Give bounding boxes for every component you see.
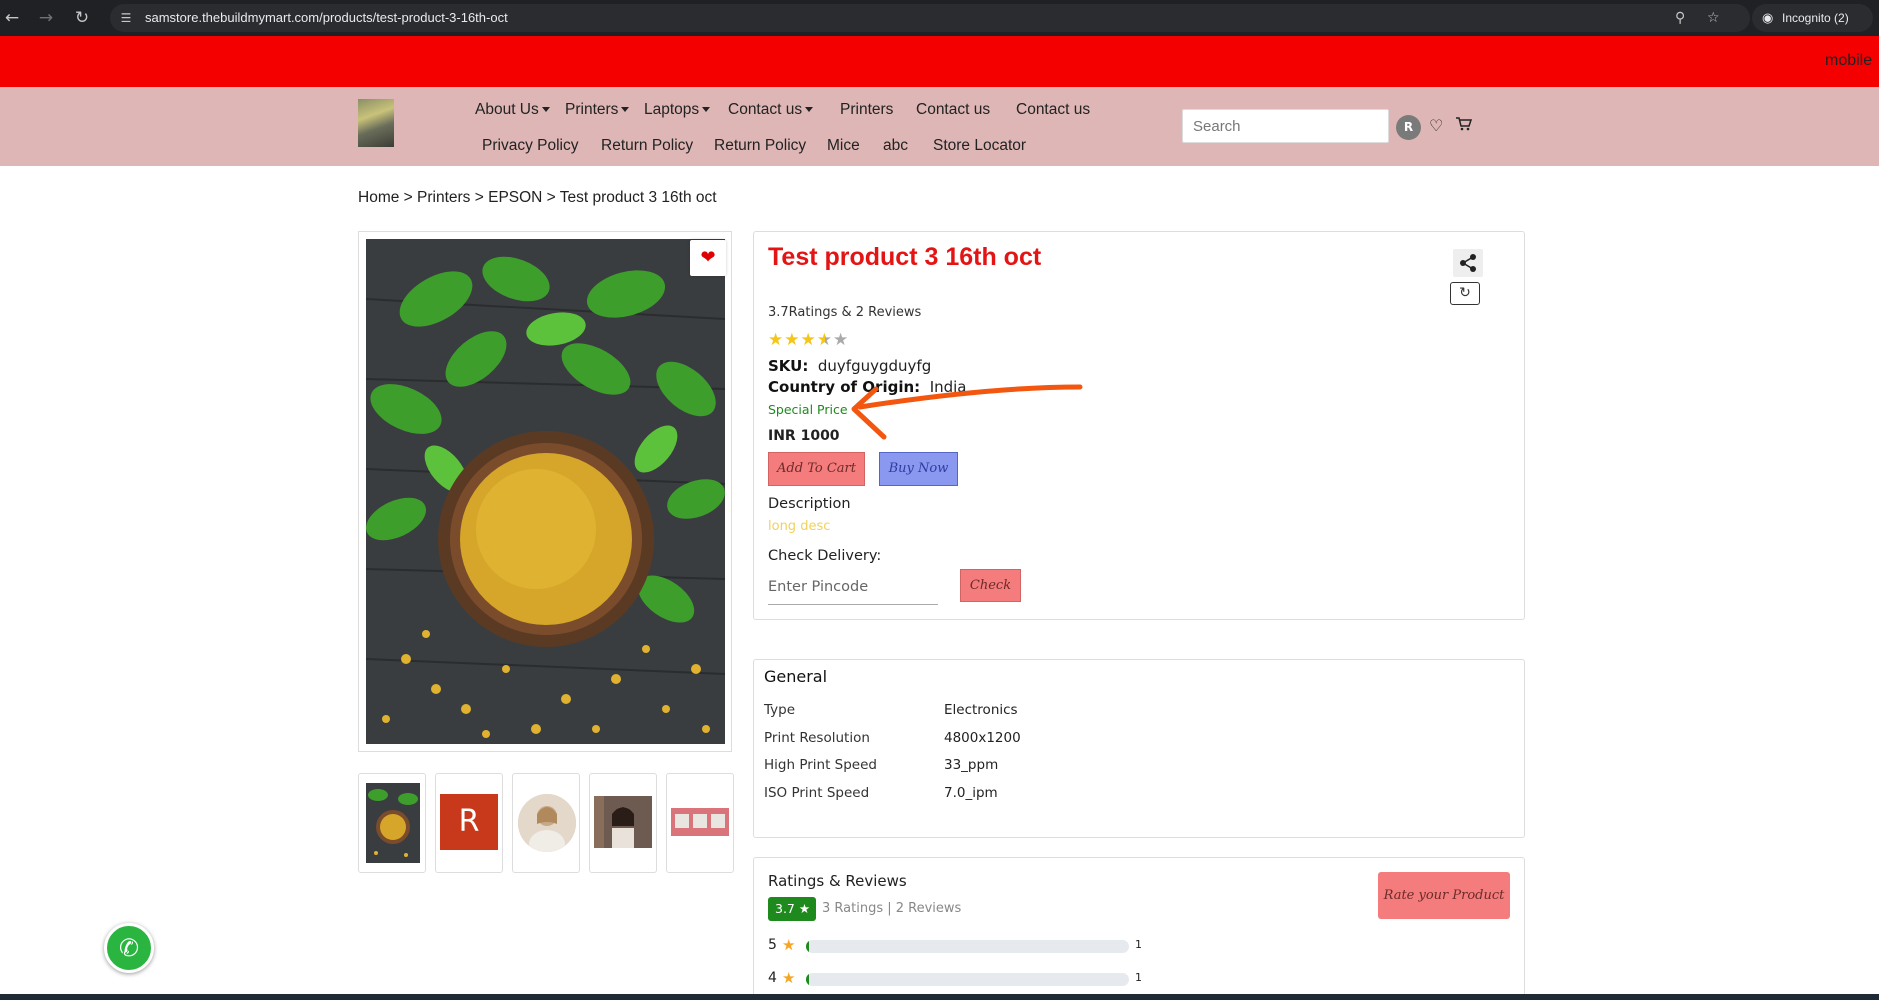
- spec-key: High Print Speed: [764, 757, 877, 773]
- nav-laptops-menu[interactable]: Laptops: [644, 101, 711, 119]
- ratings-summary: 3.7Ratings & 2 Reviews: [768, 305, 922, 320]
- description-heading: Description: [768, 496, 851, 512]
- nav-printers[interactable]: Printers: [840, 101, 893, 119]
- bottom-strip: [0, 994, 1879, 1000]
- nav-store-locator[interactable]: Store Locator: [933, 137, 1026, 155]
- thumbnail-2[interactable]: R: [435, 773, 503, 873]
- breadcrumb: Home > Printers > EPSON > Test product 3…: [358, 189, 717, 206]
- chevron-down-icon: [805, 107, 814, 113]
- rating-bar-count: 1: [1135, 971, 1142, 984]
- announcement-bar: mobile: [0, 36, 1879, 87]
- url-text: samstore.thebuildmymart.com/products/tes…: [145, 10, 508, 25]
- whatsapp-chat-icon[interactable]: ✆: [104, 923, 154, 973]
- star-icon: ★: [833, 330, 850, 350]
- general-heading: General: [764, 667, 828, 686]
- check-delivery-heading: Check Delivery:: [768, 548, 882, 564]
- rating-count: 3 Ratings | 2 Reviews: [822, 901, 962, 916]
- back-icon[interactable]: ←: [2, 8, 22, 28]
- nav-privacy-policy[interactable]: Privacy Policy: [482, 137, 578, 155]
- incognito-profile-button[interactable]: ◉ Incognito (2): [1752, 4, 1873, 32]
- nav-printers-menu[interactable]: Printers: [565, 101, 630, 119]
- check-delivery-button[interactable]: Check: [960, 569, 1021, 602]
- ratings-reviews-heading: Ratings & Reviews: [768, 872, 907, 890]
- search-input[interactable]: Search: [1182, 109, 1389, 143]
- address-bar[interactable]: ☰ samstore.thebuildmymart.com/products/t…: [110, 4, 1750, 32]
- product-price: INR 1000: [768, 428, 840, 444]
- wishlist-heart-icon[interactable]: ♡: [1429, 116, 1443, 135]
- thumbnail-4[interactable]: [589, 773, 657, 873]
- profile-label: Incognito (2): [1782, 11, 1849, 25]
- sku-value: duyfguygduyfg: [817, 357, 932, 375]
- half-star-icon: ★: [816, 330, 833, 350]
- incognito-icon: ◉: [1762, 10, 1774, 25]
- nav-about-us[interactable]: About Us: [475, 101, 550, 119]
- breadcrumb-printers[interactable]: Printers: [417, 189, 470, 206]
- thumbnail-5[interactable]: [666, 773, 734, 873]
- buy-now-button[interactable]: Buy Now: [879, 452, 958, 486]
- product-title: Test product 3 16th oct: [768, 243, 1042, 271]
- nav-contact-us-2[interactable]: Contact us: [1016, 101, 1090, 119]
- nav-contact-us[interactable]: Contact us: [916, 101, 990, 119]
- rating-bar-count: 1: [1135, 938, 1142, 951]
- spec-value: 4800x1200: [944, 730, 1021, 746]
- rate-product-button[interactable]: Rate your Product: [1378, 872, 1510, 919]
- star-icon: ★: [784, 330, 801, 350]
- pincode-input[interactable]: Enter Pincode: [768, 575, 938, 605]
- store-logo[interactable]: [358, 99, 394, 147]
- reload-icon[interactable]: ↻: [72, 8, 92, 28]
- rating-bar: [806, 940, 1129, 953]
- star-icon: ★: [768, 330, 785, 350]
- nav-abc[interactable]: abc: [883, 137, 908, 155]
- star-icon: ★: [782, 969, 796, 987]
- forward-icon[interactable]: →: [36, 8, 56, 28]
- share-icon[interactable]: [1453, 249, 1483, 277]
- spec-value: Electronics: [944, 702, 1018, 718]
- general-specs-card: [753, 659, 1525, 838]
- thumbnail-3[interactable]: [512, 773, 580, 873]
- product-image-frame: [358, 231, 732, 752]
- announcement-text: mobile: [1825, 52, 1873, 69]
- star-icon: ★: [798, 901, 811, 916]
- cart-icon[interactable]: [1455, 116, 1473, 136]
- nav-contact-us-menu[interactable]: Contact us: [728, 101, 814, 119]
- rating-bar-label: 4: [768, 970, 777, 986]
- chevron-down-icon: [541, 107, 550, 113]
- add-to-cart-button[interactable]: Add To Cart: [768, 452, 865, 486]
- star-icon: ★: [782, 936, 796, 954]
- browser-toolbar: ← → ↻ ☰ samstore.thebuildmymart.com/prod…: [0, 0, 1879, 36]
- spec-key: ISO Print Speed: [764, 785, 870, 801]
- spec-value: 7.0_ipm: [944, 785, 998, 801]
- spec-key: Type: [764, 702, 796, 718]
- thumbnail-1[interactable]: [358, 773, 426, 873]
- breadcrumb-home[interactable]: Home: [358, 189, 399, 206]
- chevron-down-icon: [621, 107, 630, 113]
- site-settings-icon[interactable]: ☰: [118, 10, 134, 26]
- sku-row: SKU: duyfguygduyfg: [768, 357, 932, 375]
- star-icon: ★: [800, 330, 817, 350]
- product-main-image[interactable]: [366, 239, 725, 744]
- spec-key: Print Resolution: [764, 730, 870, 746]
- spec-value: 33_ppm: [944, 757, 999, 773]
- compare-refresh-icon[interactable]: ↻: [1450, 282, 1480, 305]
- site-header: About Us Printers Laptops Contact us Pri…: [0, 87, 1879, 166]
- annotation-arrow: [851, 384, 1083, 440]
- wishlist-heart-icon[interactable]: ❤: [690, 240, 726, 276]
- description-text: long desc: [768, 519, 831, 534]
- nav-return-policy[interactable]: Return Policy: [601, 137, 693, 155]
- nav-mice[interactable]: Mice: [827, 137, 860, 155]
- nav-return-policy-2[interactable]: Return Policy: [714, 137, 806, 155]
- rating-bar: [806, 973, 1129, 986]
- avatar[interactable]: R: [1396, 115, 1421, 140]
- special-price-label: Special Price: [768, 402, 848, 417]
- bookmark-star-icon[interactable]: ☆: [1707, 10, 1720, 26]
- breadcrumb-epson[interactable]: EPSON: [488, 189, 542, 206]
- star-rating: ★★★★★: [768, 330, 849, 350]
- zoom-icon[interactable]: ⚲: [1675, 10, 1685, 26]
- breadcrumb-current: Test product 3 16th oct: [559, 189, 717, 206]
- chevron-down-icon: [702, 107, 711, 113]
- rating-badge: 3.7 ★: [768, 897, 816, 921]
- rating-bar-label: 5: [768, 937, 777, 953]
